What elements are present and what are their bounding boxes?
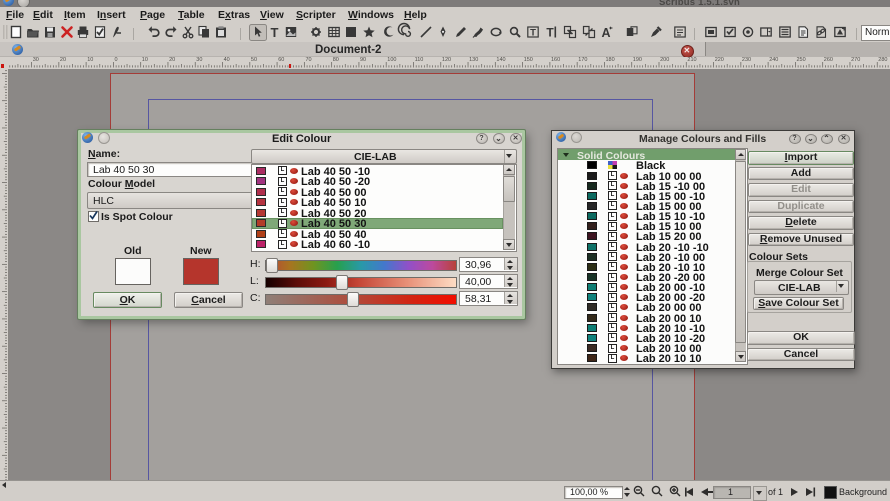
svg-text:A: A bbox=[601, 26, 610, 40]
svg-text:T: T bbox=[271, 25, 279, 40]
svg-text:T: T bbox=[530, 28, 536, 39]
svg-text:T: T bbox=[546, 26, 554, 40]
